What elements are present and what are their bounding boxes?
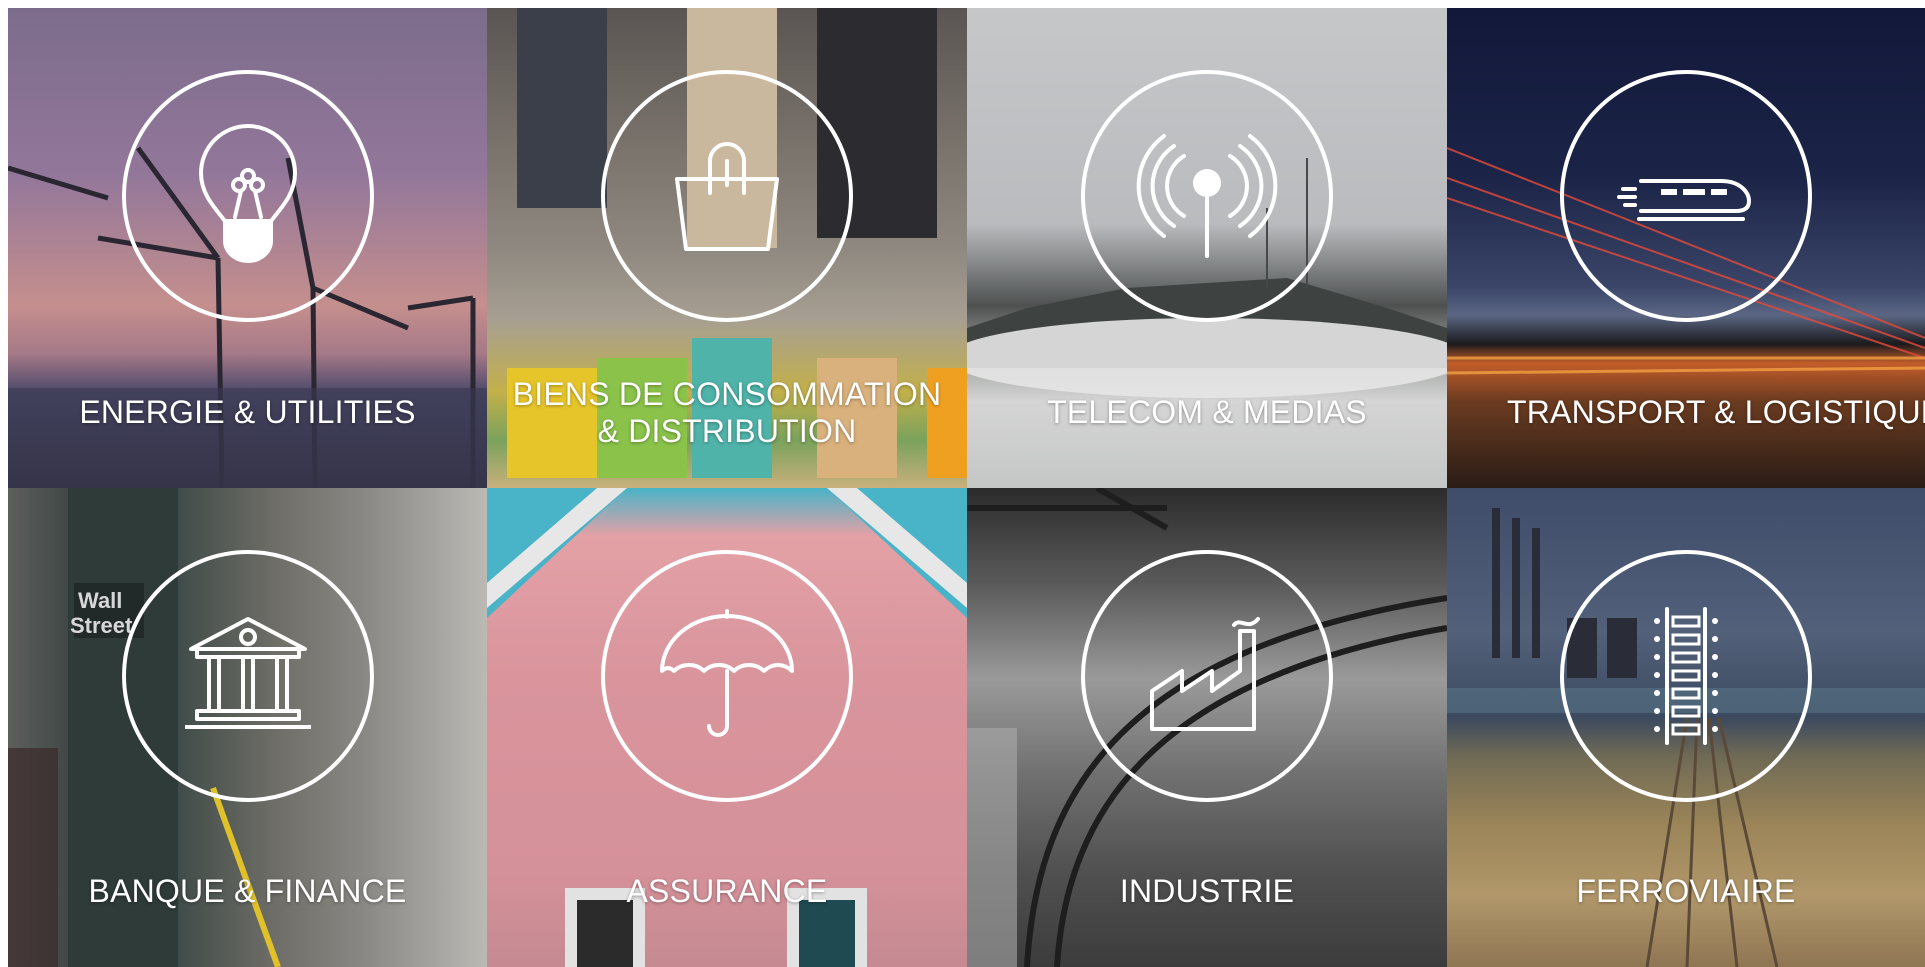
- energie-icon-ring: [121, 70, 374, 322]
- tile-ferroviaire[interactable]: FERROVIAIRE: [1447, 488, 1925, 967]
- tile-label: ENERGIE & UTILITIES: [79, 394, 416, 430]
- lightbulb-icon: [198, 124, 297, 263]
- tile-label: BIENS DE CONSOMMATION & DISTRIBUTION: [512, 376, 942, 449]
- biens-icon-ring: [601, 70, 853, 322]
- assurance-icon-ring: [601, 550, 853, 802]
- tile-banque-finance[interactable]: Wall Street BANQUE & FINANCE: [8, 488, 487, 967]
- transport-icon-ring: [1560, 70, 1812, 322]
- shopping-bag-icon: [675, 142, 779, 251]
- banque-icon-ring: [121, 550, 374, 802]
- tile-transport-logistique[interactable]: TRANSPORT & LOGISTIQUE: [1447, 8, 1925, 488]
- umbrella-icon: [660, 609, 794, 737]
- bank-icon: [184, 617, 311, 729]
- tile-label: TELECOM & MEDIAS: [1047, 394, 1367, 430]
- tile-label: BANQUE & FINANCE: [88, 873, 407, 909]
- tile-energie-utilities[interactable]: ENERGIE & UTILITIES: [8, 8, 487, 488]
- tile-label: INDUSTRIE: [1119, 873, 1295, 909]
- svg-text:Wall: Wall: [78, 588, 122, 613]
- telecom-icon-ring: [1081, 70, 1333, 322]
- tile-biens-consommation[interactable]: BIENS DE CONSOMMATION & DISTRIBUTION: [487, 8, 967, 488]
- tile-telecom-medias[interactable]: TELECOM & MEDIAS: [967, 8, 1447, 488]
- railway-track-icon: [1654, 607, 1718, 745]
- tile-label: FERROVIAIRE: [1576, 873, 1796, 909]
- tile-label: TRANSPORT & LOGISTIQUE: [1507, 394, 1925, 430]
- tile-industrie[interactable]: INDUSTRIE: [967, 488, 1447, 967]
- tile-label: ASSURANCE: [626, 873, 828, 909]
- sector-grid: ENERGIE & UTILITIES BIENS DE CONSOMMATIO: [8, 8, 1925, 967]
- train-icon: [1617, 179, 1751, 221]
- tile-assurance[interactable]: ASSURANCE: [487, 488, 967, 967]
- antenna-icon: [1136, 134, 1278, 258]
- ferroviaire-icon-ring: [1560, 550, 1812, 802]
- industrie-icon-ring: [1081, 550, 1333, 802]
- factory-icon: [1150, 617, 1260, 731]
- svg-text:Street: Street: [70, 613, 133, 638]
